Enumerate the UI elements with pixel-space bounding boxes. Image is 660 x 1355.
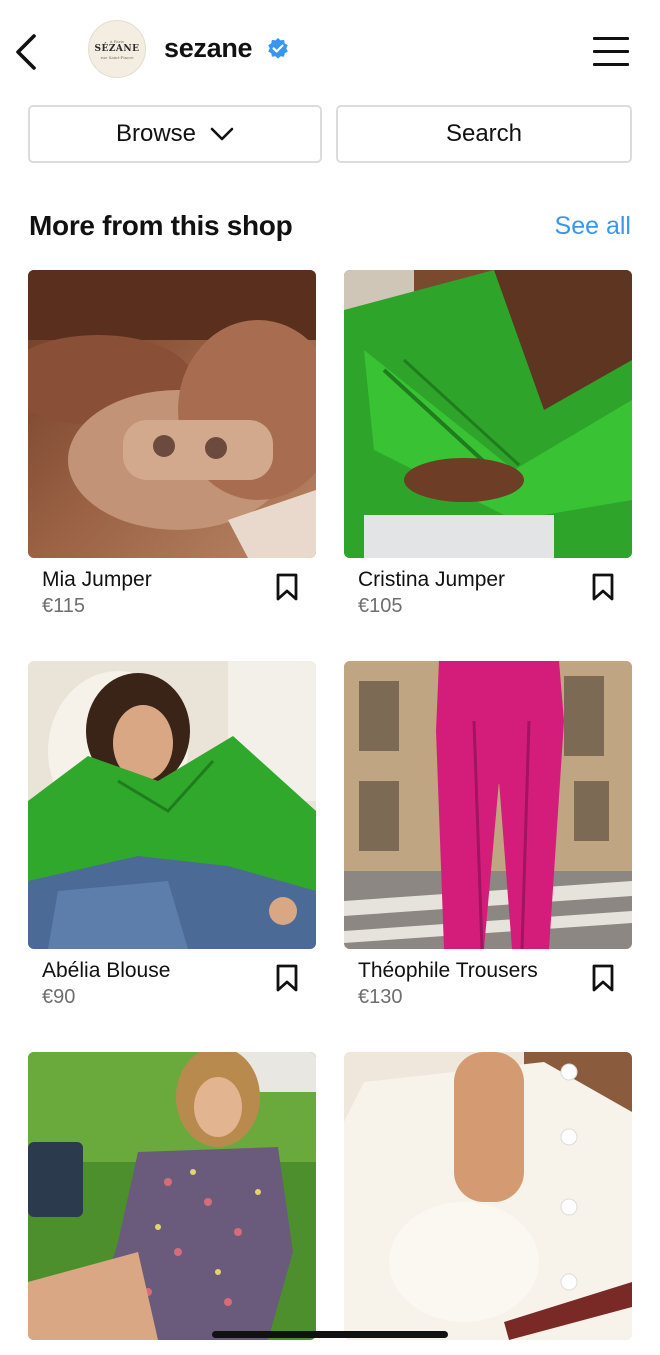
product-card[interactable]: Théophile Trousers €130: [344, 661, 632, 1008]
browse-button[interactable]: Browse: [28, 105, 322, 163]
product-name: Mia Jumper: [42, 568, 152, 591]
logo-line-bottom: rue Saint-Fiacre: [100, 54, 134, 60]
product-card[interactable]: Abélia Blouse €90: [28, 661, 316, 1008]
product-image[interactable]: [344, 270, 632, 558]
bookmark-icon[interactable]: [274, 963, 300, 993]
product-image[interactable]: [28, 270, 316, 558]
product-card[interactable]: Cristina Jumper €105: [344, 270, 632, 617]
product-card[interactable]: [344, 1052, 632, 1340]
product-card[interactable]: Mia Jumper €115: [28, 270, 316, 617]
product-image[interactable]: [344, 661, 632, 949]
search-button[interactable]: Search: [336, 105, 632, 163]
search-label: Search: [445, 120, 523, 147]
product-name: Cristina Jumper: [358, 568, 506, 591]
shop-name[interactable]: sezane: [164, 33, 253, 64]
product-image[interactable]: [28, 1052, 316, 1340]
product-price: €90: [42, 986, 76, 1008]
product-name: Abélia Blouse: [42, 959, 171, 982]
home-indicator[interactable]: [212, 1331, 448, 1338]
bookmark-icon[interactable]: [274, 572, 300, 602]
product-price: €105: [358, 595, 403, 617]
verified-badge-icon: [268, 38, 288, 59]
section-title: More from this shop: [29, 210, 293, 241]
menu-icon[interactable]: [590, 35, 632, 69]
product-card[interactable]: [28, 1052, 316, 1340]
shop-avatar[interactable]: à Paris SÉZANE rue Saint-Fiacre: [88, 20, 146, 78]
logo-wordmark: SÉZANE: [94, 43, 140, 54]
chevron-down-icon: [210, 127, 234, 141]
bookmark-icon[interactable]: [590, 963, 616, 993]
bookmark-icon[interactable]: [590, 572, 616, 602]
product-price: €115: [42, 595, 86, 617]
product-image[interactable]: [344, 1052, 632, 1340]
top-bar: à Paris SÉZANE rue Saint-Fiacre sezane: [0, 0, 660, 100]
product-name: Théophile Trousers: [358, 959, 538, 982]
see-all-link[interactable]: See all: [555, 212, 631, 241]
product-image[interactable]: [28, 661, 316, 949]
browse-label: Browse: [115, 120, 197, 147]
product-price: €130: [358, 986, 403, 1008]
back-arrow-icon[interactable]: [12, 30, 44, 74]
